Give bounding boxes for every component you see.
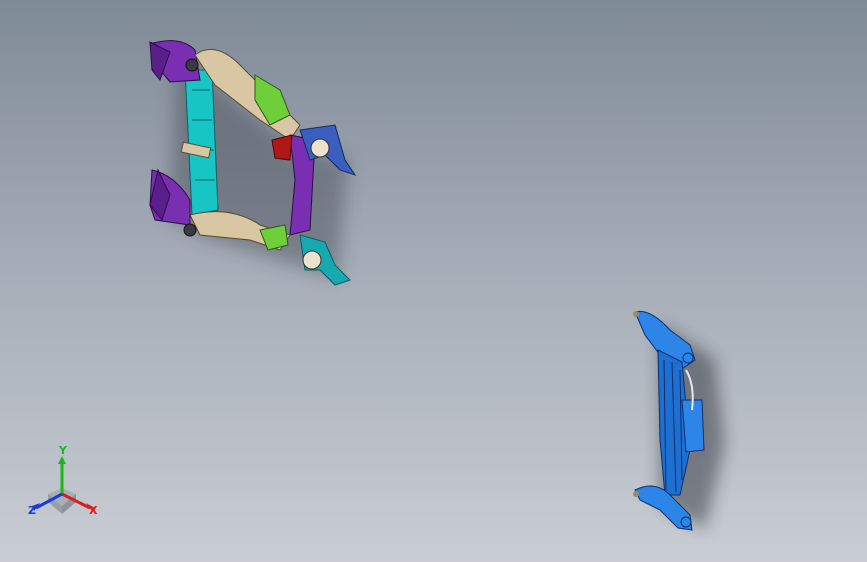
- subframe-model-left[interactable]: [140, 30, 370, 295]
- triad-x-label: X: [89, 504, 98, 517]
- triad-z-label: Z: [28, 504, 36, 517]
- reference-triad[interactable]: Y X Z: [22, 444, 108, 524]
- graphics-viewport[interactable]: Y X Z: [0, 0, 867, 562]
- subframe-model-right[interactable]: [620, 300, 740, 540]
- triad-y-label: Y: [59, 444, 67, 457]
